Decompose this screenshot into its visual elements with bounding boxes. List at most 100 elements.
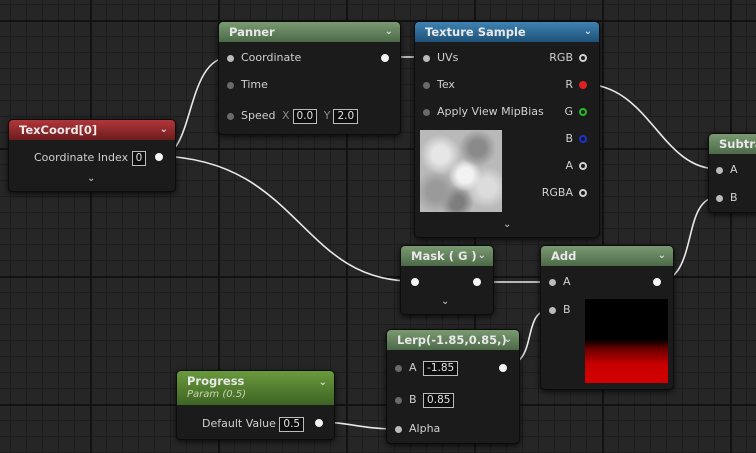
coordinate-index-row: Coordinate Index 0 [34, 150, 147, 166]
panner-speed-pin[interactable]: Speed X 0.0 Y 2.0 [227, 108, 359, 124]
pin-label: Alpha [409, 422, 441, 435]
output-rgb-label: RGB [549, 51, 573, 64]
texture-sample-header[interactable]: Texture Sample ⌄ [415, 22, 599, 42]
lerp-a-field[interactable]: -1.85 [423, 360, 459, 376]
panner-header[interactable]: Panner ⌄ [219, 22, 400, 42]
subtract-a-pin[interactable]: A [716, 162, 738, 178]
output-g-label: G [564, 105, 573, 118]
input-pin-icon[interactable] [395, 364, 402, 372]
pin-label: A [730, 163, 738, 176]
mask-title: Mask ( G ) [411, 249, 477, 263]
mask-node[interactable]: Mask ( G ) ⌄ ⌄ [400, 245, 494, 315]
pin-label: B [730, 191, 738, 204]
lerp-alpha-pin[interactable]: Alpha [395, 421, 440, 437]
input-pin-icon[interactable] [395, 425, 402, 433]
chevron-down-icon[interactable]: ⌄ [478, 246, 486, 266]
progress-header[interactable]: Progress Param (0.5) ⌄ [177, 371, 334, 405]
expand-chevron-icon[interactable]: ⌄ [503, 219, 511, 230]
panner-time-pin[interactable]: Time [227, 77, 268, 93]
wire-r-to-subtract [582, 83, 719, 170]
subtract-b-pin[interactable]: B [716, 190, 738, 206]
lerp-a-pin[interactable]: A -1.85 [395, 360, 459, 376]
input-pin-icon[interactable] [423, 54, 430, 62]
input-pin-icon[interactable] [549, 278, 556, 286]
wire-texcoord-to-mask [159, 155, 413, 282]
texture-preview-image [420, 130, 502, 212]
texcoord-node[interactable]: TexCoord[0] ⌄ Coordinate Index 0 ⌄ [8, 119, 176, 192]
lerp-node[interactable]: Lerp(-1.85,0.85,) ⌄ A -1.85 B 0.85 Alpha [386, 329, 520, 444]
lerp-title: Lerp(-1.85,0.85,) [397, 333, 507, 347]
input-pin-icon[interactable] [423, 108, 430, 116]
add-preview-image [585, 299, 668, 383]
default-value-row: Default Value 0.5 [202, 416, 305, 432]
output-b-label: B [565, 132, 573, 145]
chevron-down-icon[interactable]: ⌄ [319, 377, 327, 388]
pin-label: A [563, 275, 571, 288]
progress-output-pin[interactable] [315, 419, 323, 427]
chevron-down-icon[interactable]: ⌄ [584, 22, 592, 42]
output-a-label: A [565, 159, 573, 172]
pin-label: Time [241, 78, 268, 91]
texcoord-output-pin[interactable] [155, 153, 163, 161]
output-g-pin[interactable] [579, 108, 587, 116]
subtract-node[interactable]: Subtract A B [708, 133, 756, 213]
pin-label: B [409, 393, 417, 406]
texture-sample-node[interactable]: Texture Sample ⌄ UVs Tex Apply View MipB… [414, 21, 600, 238]
output-a-pin[interactable] [579, 162, 587, 170]
mask-input-pin[interactable] [411, 278, 419, 286]
speed-y-field[interactable]: 2.0 [333, 108, 359, 124]
input-pin-icon[interactable] [227, 54, 234, 62]
subtract-header[interactable]: Subtract [709, 134, 756, 154]
speed-x-label: X [281, 109, 290, 122]
panner-coordinate-pin[interactable]: Coordinate [227, 50, 301, 66]
mask-header[interactable]: Mask ( G ) ⌄ [401, 246, 493, 266]
lerp-header[interactable]: Lerp(-1.85,0.85,) ⌄ [387, 330, 519, 350]
texture-sample-title: Texture Sample [425, 25, 526, 39]
input-pin-icon[interactable] [549, 306, 556, 314]
pin-label: A [409, 361, 417, 374]
chevron-down-icon[interactable]: ⌄ [504, 330, 512, 350]
add-output-pin[interactable] [653, 278, 661, 286]
panner-output-pin[interactable] [381, 54, 389, 62]
add-node[interactable]: Add ⌄ A B [540, 245, 674, 390]
add-a-pin[interactable]: A [549, 274, 571, 290]
lerp-b-pin[interactable]: B 0.85 [395, 392, 455, 408]
default-value-field[interactable]: 0.5 [279, 416, 305, 432]
add-title: Add [551, 249, 577, 263]
output-b-pin[interactable] [579, 135, 587, 143]
lerp-b-field[interactable]: 0.85 [423, 392, 455, 408]
pin-label: B [563, 303, 571, 316]
output-r-pin[interactable] [579, 81, 587, 89]
texture-mip-pin[interactable]: Apply View MipBias [423, 104, 544, 120]
chevron-down-icon[interactable]: ⌄ [385, 22, 393, 42]
lerp-output-pin[interactable] [499, 364, 507, 372]
input-pin-icon[interactable] [423, 81, 430, 89]
coordinate-index-label: Coordinate Index [34, 151, 129, 164]
input-pin-icon[interactable] [227, 112, 234, 120]
output-rgb-pin[interactable] [579, 54, 587, 62]
input-pin-icon[interactable] [716, 166, 723, 174]
texcoord-header[interactable]: TexCoord[0] ⌄ [9, 120, 175, 140]
output-rgba-pin[interactable] [579, 189, 587, 197]
mask-output-pin[interactable] [473, 278, 481, 286]
texture-tex-pin[interactable]: Tex [423, 77, 455, 93]
texture-uvs-pin[interactable]: UVs [423, 50, 458, 66]
input-pin-icon[interactable] [227, 81, 234, 89]
progress-title: Progress [187, 374, 245, 388]
chevron-down-icon[interactable]: ⌄ [658, 246, 666, 266]
coordinate-index-field[interactable]: 0 [131, 150, 147, 166]
panner-title: Panner [229, 25, 275, 39]
expand-chevron-icon[interactable]: ⌄ [441, 296, 449, 307]
input-pin-icon[interactable] [716, 194, 723, 202]
input-pin-icon[interactable] [395, 396, 402, 404]
add-b-pin[interactable]: B [549, 302, 571, 318]
speed-x-field[interactable]: 0.0 [292, 108, 318, 124]
default-value-label: Default Value [202, 417, 276, 430]
panner-node[interactable]: Panner ⌄ Coordinate Time Speed X 0.0 Y 2.0 [218, 21, 401, 135]
subtract-title: Subtract [719, 137, 756, 151]
progress-node[interactable]: Progress Param (0.5) ⌄ Default Value 0.5 [176, 370, 335, 440]
progress-subtitle: Param (0.5) [187, 389, 247, 400]
chevron-down-icon[interactable]: ⌄ [160, 120, 168, 140]
add-header[interactable]: Add ⌄ [541, 246, 673, 266]
expand-chevron-icon[interactable]: ⌄ [87, 173, 95, 184]
